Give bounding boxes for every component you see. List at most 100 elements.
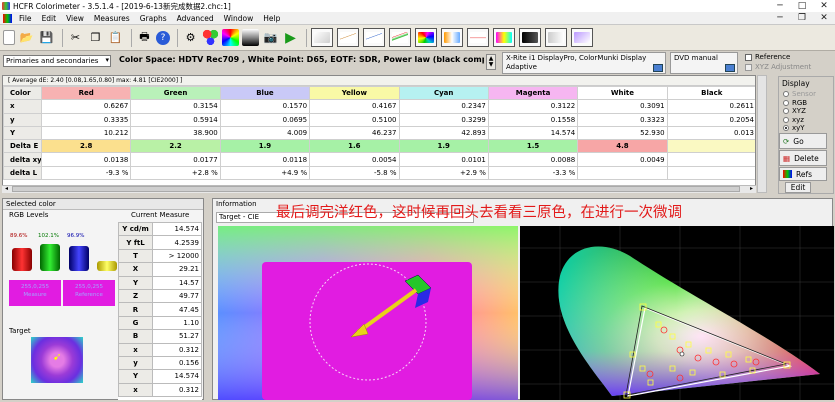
grid-cell[interactable] [666,139,755,154]
cie-chart-icon[interactable] [415,28,437,47]
grid-cell[interactable] [577,165,668,181]
mdi-minimize-button[interactable]: ─ [769,12,791,24]
open-folder-icon[interactable]: 📂 [18,29,35,46]
mdi-close-button[interactable]: ✕ [813,12,835,24]
generator-config-icon[interactable] [725,64,735,72]
delta-e-graph-icon[interactable] [467,28,489,47]
grid-cell[interactable] [666,152,755,167]
display-option-radio[interactable]: Sensor [779,90,833,99]
print-icon[interactable]: 🖶 [136,29,153,46]
play-icon[interactable]: ▶ [282,29,299,46]
go-button[interactable]: ⟳ Go [779,133,827,149]
grid-cell[interactable]: -9.3 % [40,165,132,181]
grid-cell[interactable]: 0.1570 [219,99,311,114]
grid-cell[interactable]: 0.4167 [309,99,400,114]
grid-column-header[interactable]: Color [3,85,42,101]
grid-cell[interactable]: -3.3 % [487,165,579,181]
grid-cell[interactable]: -5.8 % [309,165,400,181]
grid-vertical-scrollbar[interactable] [757,75,767,193]
grid-cell[interactable]: 0.0101 [398,152,489,167]
saturation-graph-icon[interactable] [493,28,515,47]
mdi-restore-button[interactable]: ❐ [791,12,813,24]
grid-cell[interactable]: +2.9 % [398,165,489,181]
grid-cell[interactable]: 1.5 [487,139,579,154]
grid-cell[interactable]: 1.9 [398,139,489,154]
grid-cell[interactable]: 0.3335 [40,112,132,127]
color-temp-graph-icon[interactable] [441,28,463,47]
grid-cell[interactable]: 0.3122 [487,99,579,114]
camera-icon[interactable]: 📷 [262,29,279,46]
grid-column-header[interactable]: Red [40,85,132,101]
menu-window[interactable]: Window [219,14,259,23]
grid-cell[interactable]: 0.0138 [40,152,132,167]
patterns-icon[interactable] [222,29,239,46]
grid-cell[interactable]: 0.0177 [130,152,221,167]
grid-cell[interactable]: 4.009 [219,125,311,141]
grid-cell[interactable]: 2.2 [130,139,221,154]
help-icon[interactable]: ? [156,30,170,45]
display-option-radio[interactable]: xyY [779,124,833,133]
grid-cell[interactable]: 4.8 [577,139,668,154]
gamma-graph-icon[interactable] [337,28,359,47]
grid-cell[interactable]: 46.237 [309,125,400,141]
colorspace-spin[interactable]: ▲ ▼ [486,54,496,70]
grid-cell[interactable]: 0.0049 [577,152,668,167]
grid-cell[interactable]: 0.0695 [219,112,311,127]
menu-measures[interactable]: Measures [89,14,135,23]
menu-advanced[interactable]: Advanced [172,14,219,23]
grid-cell[interactable]: 0.3154 [130,99,221,114]
close-button[interactable]: ✕ [813,0,835,12]
rgb-dots-icon[interactable] [202,29,219,46]
menu-graphs[interactable]: Graphs [135,14,172,23]
xyz-adjust-checkbox[interactable]: XYZ Adjustment [745,63,811,71]
menu-help[interactable]: Help [258,14,285,23]
grid-cell[interactable]: 0.5914 [130,112,221,127]
grid-cell[interactable]: 2.8 [40,139,132,154]
grid-cell[interactable]: 38.900 [130,125,221,141]
sensor-config-icon[interactable] [653,64,663,72]
menu-edit[interactable]: Edit [37,14,62,23]
grid-cell[interactable]: +4.9 % [219,165,311,181]
copy-icon[interactable]: ❐ [87,29,104,46]
grid-cell[interactable]: 0.6267 [40,99,132,114]
grid-column-header[interactable]: Cyan [398,85,489,101]
maximize-button[interactable]: □ [791,0,813,12]
menu-view[interactable]: View [61,14,89,23]
grid-cell[interactable]: 14.574 [487,125,579,141]
save-icon[interactable]: 💾 [38,29,55,46]
grid-cell[interactable]: 0.0054 [309,152,400,167]
near-white-graph-icon[interactable] [545,28,567,47]
display-option-radio[interactable]: xyz [779,116,833,125]
grid-column-header[interactable]: Blue [219,85,311,101]
minimize-button[interactable]: ─ [769,0,791,12]
reference-checkbox[interactable]: Reference [745,53,790,61]
measures-graph-icon[interactable] [571,28,593,47]
grid-column-header[interactable]: Black [666,85,755,101]
rgb-levels-graph-icon[interactable] [389,28,411,47]
grid-cell[interactable]: 0.2347 [398,99,489,114]
delete-button[interactable]: ▦ Delete [779,150,827,166]
sensor-icon[interactable]: ⚙ [182,29,199,46]
grid-cell[interactable]: 0.3299 [398,112,489,127]
refs-button[interactable]: Refs [779,167,827,181]
graph-window-icon[interactable] [311,28,333,47]
grid-column-header[interactable]: Yellow [309,85,400,101]
new-file-icon[interactable] [3,30,15,45]
grid-cell[interactable]: 0.5100 [309,112,400,127]
grid-horizontal-scrollbar[interactable]: ◂ ▸ [2,185,756,193]
grid-column-header[interactable]: Magenta [487,85,579,101]
grid-cell[interactable]: 42.893 [398,125,489,141]
mode-select[interactable]: Primaries and secondaries ▾ [3,55,111,67]
display-option-radio[interactable]: RGB [779,99,833,108]
grid-cell[interactable] [666,165,755,181]
menu-file[interactable]: File [14,14,37,23]
grid-cell[interactable]: 0.3323 [577,112,668,127]
gradient-icon[interactable] [242,29,259,46]
scroll-thumb[interactable] [12,186,740,192]
grid-cell[interactable]: +2.8 % [130,165,221,181]
luminance-graph-icon[interactable] [363,28,385,47]
grid-cell[interactable]: 52.930 [577,125,668,141]
sensor-box[interactable]: X-Rite i1 DisplayPro, ColorMunki Display… [502,52,666,74]
grid-column-header[interactable]: Green [130,85,221,101]
grid-cell[interactable]: 1.9 [219,139,311,154]
